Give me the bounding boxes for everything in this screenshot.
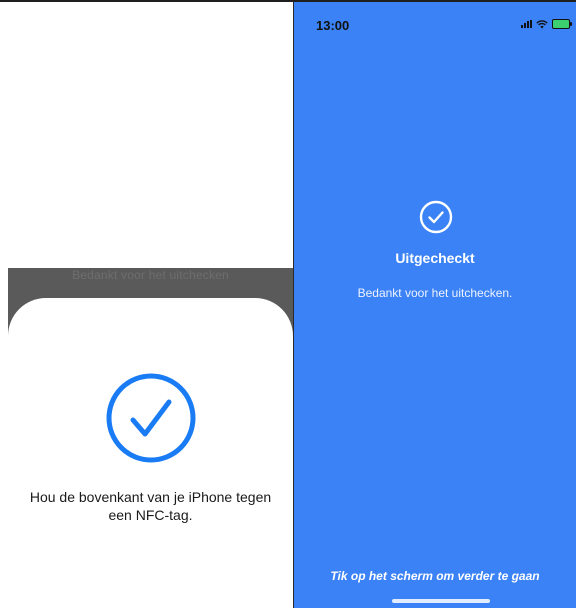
nfc-scan-sheet: Hou de bovenkant van je iPhone tegen een… xyxy=(8,298,293,608)
confirmation-subtitle: Bedankt voor het uitchecken. xyxy=(357,286,513,300)
home-indicator[interactable] xyxy=(392,599,490,603)
checkmark-circle-icon xyxy=(106,373,196,463)
dimmed-background: Bedankt voor het uitchecken Hou de boven… xyxy=(8,268,293,608)
checkmark-circle-icon xyxy=(419,200,453,234)
tap-to-continue-hint: Tik op het scherm om verder te gaan xyxy=(330,569,540,583)
status-time: 13:00 xyxy=(316,18,350,33)
background-caption: Bedankt voor het uitchecken xyxy=(72,268,229,282)
status-bar: 13:00 xyxy=(294,2,576,42)
wifi-icon xyxy=(536,19,548,28)
left-screen: Bedankt voor het uitchecken Hou de boven… xyxy=(0,2,293,608)
checkout-confirmation-screen[interactable]: 13:00 Uitgecheckt Bedankt voor het uitch… xyxy=(294,2,576,608)
status-icons xyxy=(521,19,572,29)
signal-icon xyxy=(521,20,532,28)
confirmation-title: Uitgecheckt xyxy=(395,250,475,266)
battery-icon xyxy=(552,19,572,29)
nfc-instruction: Hou de bovenkant van je iPhone tegen een… xyxy=(29,489,272,523)
